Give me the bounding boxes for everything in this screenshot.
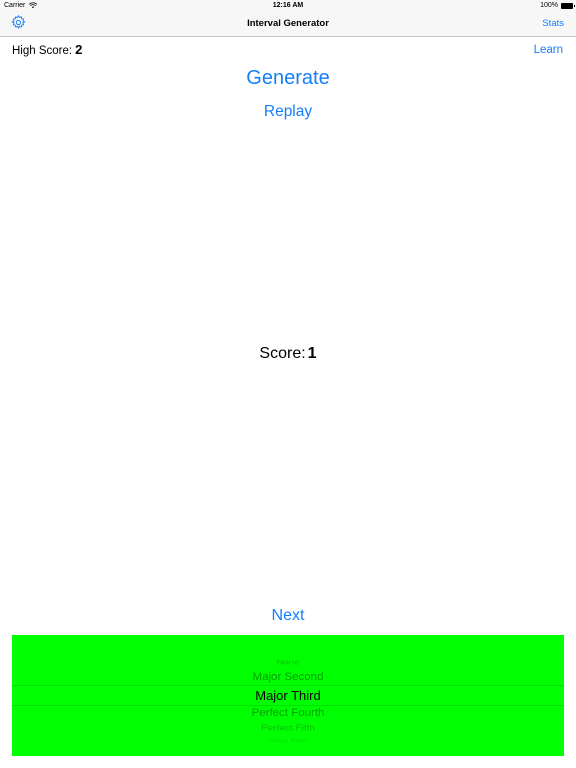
nav-title: Interval Generator [247, 18, 329, 29]
score-label: Score: [259, 345, 306, 362]
stats-button[interactable]: Stats [542, 18, 564, 29]
generate-button[interactable]: Generate [0, 67, 576, 90]
score-value: 1 [307, 345, 317, 362]
high-score-value: 2 [75, 42, 83, 57]
picker-item-perfect-fifth[interactable]: Perfect Fifth [12, 724, 564, 733]
picker-item-none[interactable]: None [12, 658, 564, 667]
picker-item-major-third[interactable]: Major Third [12, 688, 564, 703]
picker-item-perfect-fourth[interactable]: Perfect Fourth [12, 707, 564, 718]
picker-selection-line-top [12, 685, 564, 686]
status-time: 12:16 AM [272, 2, 304, 9]
high-score: High Score: 2 [12, 42, 82, 57]
next-button[interactable]: Next [0, 607, 576, 625]
high-score-label: High Score: [12, 45, 73, 57]
picker-selection-line-bottom [12, 705, 564, 706]
status-bar: Carrier 12:16 AM 100% [0, 0, 576, 13]
score: Score: 1 [0, 345, 576, 363]
picker-item-minor-sixth[interactable]: Minor Sixth [12, 738, 564, 743]
interval-picker[interactable]: None Major Second Major Third Perfect Fo… [12, 635, 564, 756]
learn-button[interactable]: Learn [534, 44, 563, 56]
battery-icon [561, 3, 575, 9]
battery-percent: 100% [540, 2, 558, 9]
replay-button[interactable]: Replay [0, 103, 576, 121]
navigation-bar: Interval Generator Stats [0, 13, 576, 37]
picker-item-major-second[interactable]: Major Second [12, 671, 564, 682]
